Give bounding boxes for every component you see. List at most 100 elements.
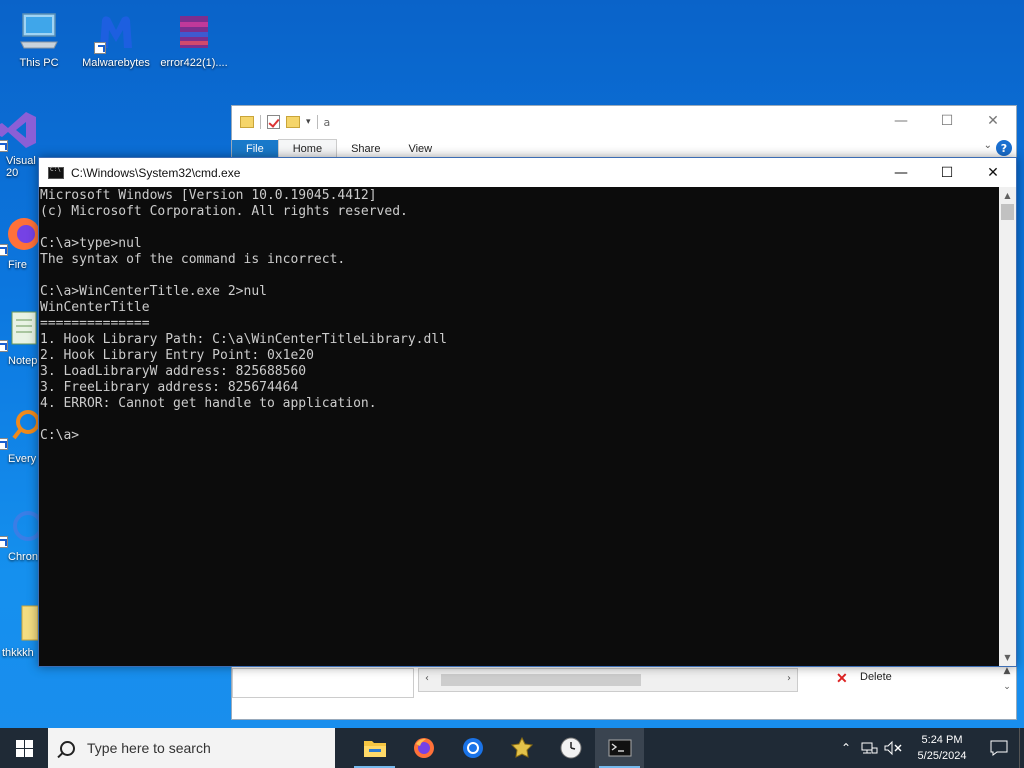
search-icon xyxy=(60,740,75,756)
maximize-icon[interactable]: ☐ xyxy=(924,158,970,187)
console-line: ============== xyxy=(40,316,150,331)
show-desktop-button[interactable] xyxy=(1019,728,1024,768)
cmd-window[interactable]: C:\Windows\System32\cmd.exe — ☐ ✕ Micros… xyxy=(38,157,1017,667)
explorer-vertical-scroll[interactable]: ▲ ⌄ xyxy=(998,666,1016,706)
cmd-titlebar[interactable]: C:\Windows\System32\cmd.exe — ☐ ✕ xyxy=(39,158,1016,187)
help-icon[interactable]: ? xyxy=(996,140,1012,156)
taskbar-clock-app[interactable] xyxy=(546,728,595,768)
taskbar-search-box[interactable]: Type here to search xyxy=(48,728,335,768)
console-line: WinCenterTitle xyxy=(40,300,150,315)
minimize-icon[interactable]: — xyxy=(878,106,924,136)
cmd-icon xyxy=(608,739,631,757)
qat-dropdown-icon[interactable]: ▾ xyxy=(306,117,311,127)
shortcut-arrow-icon xyxy=(94,42,106,54)
ribbon-expand-icon[interactable]: ⌄ xyxy=(984,140,992,151)
search-placeholder: Type here to search xyxy=(87,740,211,756)
visual-studio-icon xyxy=(0,108,40,152)
firefox-icon xyxy=(413,738,434,758)
toolbar-separator xyxy=(260,115,261,129)
shortcut-arrow-icon xyxy=(0,140,8,152)
cmd-title: C:\Windows\System32\cmd.exe xyxy=(71,165,241,180)
computer-icon xyxy=(17,10,61,54)
scroll-right-icon[interactable]: › xyxy=(787,673,791,684)
cmd-vertical-scrollbar[interactable]: ▲ ▼ xyxy=(999,187,1016,666)
tab-home[interactable]: Home xyxy=(277,139,338,158)
taskbar-clock[interactable]: 5:24 PM 5/25/2024 xyxy=(905,732,979,764)
explorer-path: a xyxy=(323,115,331,129)
show-hidden-icons-icon[interactable]: ⌃ xyxy=(835,741,857,755)
shortcut-arrow-icon xyxy=(0,536,8,548)
folder-icon xyxy=(0,600,40,644)
volume-muted-icon[interactable] xyxy=(881,728,905,768)
new-folder-icon[interactable] xyxy=(286,116,300,128)
console-line: C:\a>type>nul xyxy=(40,236,142,251)
desktop-icon-label: This PC xyxy=(19,57,59,69)
tab-view[interactable]: View xyxy=(394,140,446,158)
chrome-icon xyxy=(0,504,43,548)
console-line: 3. FreeLibrary address: 825674464 xyxy=(40,380,299,395)
console-line: 1. Hook Library Path: C:\a\WinCenterTitl… xyxy=(40,332,447,347)
close-icon[interactable]: ✕ xyxy=(970,158,1016,187)
console-line: C:\a>WinCenterTitle.exe 2>nul xyxy=(40,284,267,299)
desktop-icon-label: error422(1).... xyxy=(160,57,228,69)
file-explorer-icon xyxy=(363,741,386,757)
close-icon[interactable]: ✕ xyxy=(970,106,1016,136)
cmd-icon xyxy=(48,166,64,179)
horizontal-scrollbar[interactable]: ‹ › xyxy=(418,668,798,692)
network-icon[interactable] xyxy=(857,728,881,768)
desktop-icon-malwarebytes[interactable]: Malwarebytes xyxy=(78,10,154,69)
taskbar-apps xyxy=(350,728,644,768)
shortcut-arrow-icon xyxy=(0,244,8,256)
explorer-window-controls: — ☐ ✕ xyxy=(878,106,1016,136)
clock-icon xyxy=(560,737,581,759)
taskbar-chrome[interactable] xyxy=(448,728,497,768)
console-line: The syntax of the command is incorrect. xyxy=(40,252,346,267)
start-button[interactable] xyxy=(0,728,48,768)
system-tray: ⌃ 5:24 PM 5/25/2024 xyxy=(835,728,1024,768)
scrollbar-thumb[interactable] xyxy=(441,674,641,686)
delete-label: Delete xyxy=(860,671,892,683)
console-line: (c) Microsoft Corporation. All rights re… xyxy=(40,204,408,219)
properties-icon[interactable] xyxy=(267,115,280,129)
maximize-icon[interactable]: ☐ xyxy=(924,106,970,136)
scroll-down-icon[interactable]: ⌄ xyxy=(998,682,1016,692)
desktop-icon-label: Malwarebytes xyxy=(82,57,150,69)
taskbar-winamp[interactable] xyxy=(497,728,546,768)
scroll-up-icon[interactable]: ▲ xyxy=(998,666,1016,676)
ribbon-tabs: File Home Share View xyxy=(232,138,1016,158)
firefox-icon xyxy=(0,212,40,256)
console-line: 4. ERROR: Cannot get handle to applicati… xyxy=(40,396,377,411)
notification-center-icon[interactable] xyxy=(979,728,1019,768)
desktop-icon-this-pc[interactable]: This PC xyxy=(1,10,77,69)
cmd-window-controls: — ☐ ✕ xyxy=(878,158,1016,187)
shortcut-arrow-icon xyxy=(0,340,8,352)
desktop-icon-error422[interactable]: error422(1).... xyxy=(156,10,232,69)
scroll-down-icon[interactable]: ▼ xyxy=(999,649,1016,666)
taskbar-firefox[interactable] xyxy=(399,728,448,768)
scrollbar-thumb[interactable] xyxy=(1001,204,1014,220)
taskbar-cmd[interactable] xyxy=(595,728,644,768)
taskbar: Type here to search ⌃ 5:24 PM 5/25/2024 xyxy=(0,728,1024,768)
minimize-icon[interactable]: — xyxy=(878,158,924,187)
folder-icon xyxy=(240,116,254,128)
scroll-up-icon[interactable]: ▲ xyxy=(999,187,1016,204)
tab-file[interactable]: File xyxy=(232,140,278,158)
malwarebytes-icon xyxy=(94,10,138,54)
taskbar-file-explorer[interactable] xyxy=(350,728,399,768)
clock-time: 5:24 PM xyxy=(921,734,963,746)
windows-logo-icon xyxy=(15,739,33,757)
console-prompt[interactable]: C:\a> xyxy=(40,428,998,444)
tab-share[interactable]: Share xyxy=(337,140,394,158)
everything-search-icon xyxy=(0,406,40,450)
console-line: Microsoft Windows [Version 10.0.19045.44… xyxy=(40,188,377,203)
console-line: 3. LoadLibraryW address: 825688560 xyxy=(40,364,307,379)
delete-icon: ✕ xyxy=(836,670,848,686)
delete-command[interactable]: ✕ Delete xyxy=(830,668,1000,702)
rar-archive-icon xyxy=(172,10,216,54)
navigation-pane[interactable] xyxy=(232,668,414,698)
console-output[interactable]: Microsoft Windows [Version 10.0.19045.44… xyxy=(39,187,999,666)
scroll-left-icon[interactable]: ‹ xyxy=(425,673,429,684)
clock-date: 5/25/2024 xyxy=(917,750,967,762)
